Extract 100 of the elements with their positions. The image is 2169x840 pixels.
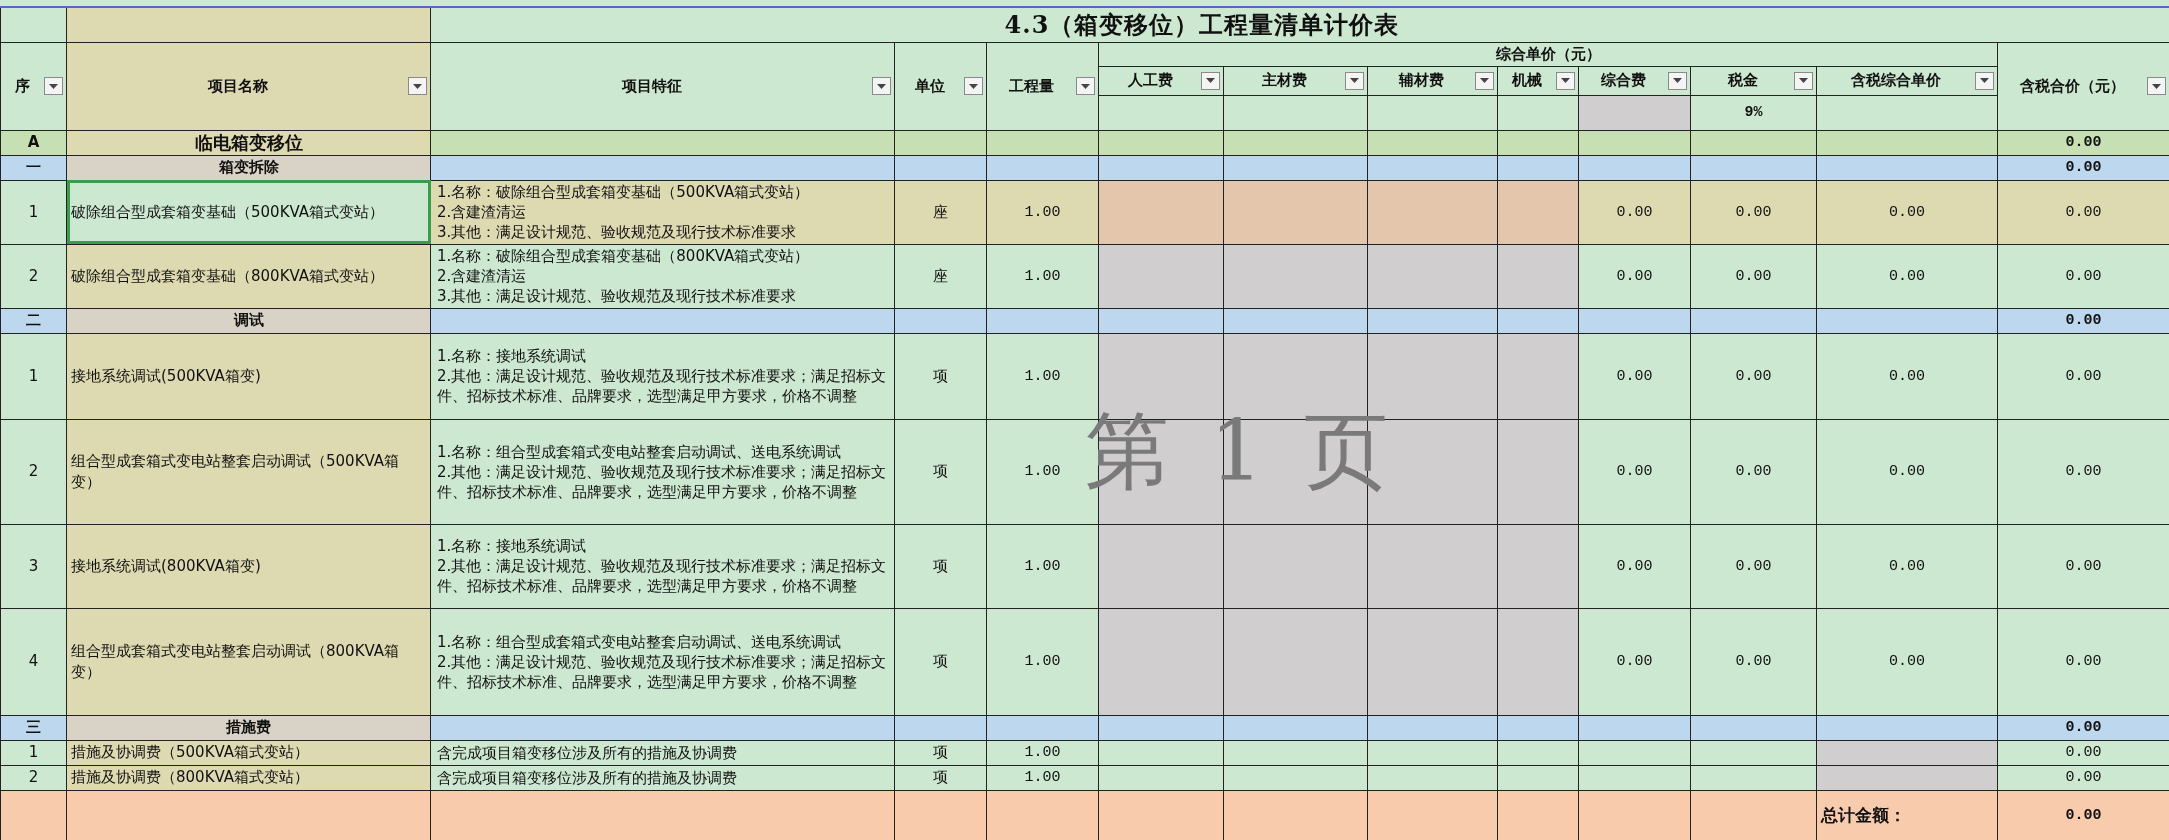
table-cell: 项 bbox=[894, 765, 987, 790]
table-cell: 1 bbox=[0, 180, 67, 244]
table-cell: 1.00 bbox=[986, 608, 1099, 715]
table-cell: 组合型成套箱式变电站整套启动调试（800KVA箱变） bbox=[66, 608, 431, 715]
table-cell: 0.00 bbox=[1816, 333, 1998, 419]
table-cell: 二 bbox=[0, 308, 67, 333]
table-cell: 0.00 bbox=[1997, 155, 2169, 180]
table-cell: 0.00 bbox=[1997, 765, 2169, 790]
filter-button[interactable] bbox=[1345, 71, 1364, 90]
filter-button[interactable] bbox=[1668, 71, 1687, 90]
table-cell: 4 bbox=[0, 608, 67, 715]
table-cell: 破除组合型成套箱变基础（500KVA箱式变站） bbox=[66, 180, 431, 244]
table-cell: 措施及协调费（500KVA箱式变站） bbox=[66, 740, 431, 765]
table-cell: 1.00 bbox=[986, 740, 1099, 765]
column-label: 综合费 bbox=[1601, 71, 1646, 89]
table-cell: 0.00 bbox=[1997, 130, 2169, 155]
caret-icon bbox=[413, 83, 422, 89]
table-cell: 2 bbox=[0, 244, 67, 308]
group-label: 综合单价（元） bbox=[1495, 44, 1601, 63]
table-cell: 1.名称：组合型成套箱式变电站整套启动调试、送电系统调试 2.其他：满足设计规范、验收规范及现行技术标准要求；满足招标文件、招标技术标准、品牌要求，选型满足甲方要求，价格不调整 bbox=[430, 419, 895, 524]
caret-icon bbox=[49, 83, 58, 89]
filter-button[interactable] bbox=[2147, 77, 2166, 95]
table-cell: 含完成项目箱变移位涉及所有的措施及协调费 bbox=[430, 765, 895, 790]
table-cell: 破除组合型成套箱变基础（800KVA箱式变站） bbox=[66, 244, 431, 308]
table-cell: 0.00 bbox=[1997, 524, 2169, 608]
table-cell: 座 bbox=[894, 244, 987, 308]
table-cell: 0.00 bbox=[1578, 244, 1691, 308]
filter-button[interactable] bbox=[1475, 71, 1494, 90]
table-cell: 总计金额： bbox=[1816, 790, 1998, 840]
column-label: 含税综合单价 bbox=[1851, 71, 1941, 89]
table-cell: 0.00 bbox=[1816, 608, 1998, 715]
table-cell: 0.00 bbox=[1997, 608, 2169, 715]
table-cell: A bbox=[0, 130, 67, 155]
table-cell: 组合型成套箱式变电站整套启动调试（500KVA箱变） bbox=[66, 419, 431, 524]
table-cell: 1.00 bbox=[986, 524, 1099, 608]
table-cell: 1.00 bbox=[986, 765, 1099, 790]
caret-icon bbox=[1350, 78, 1359, 83]
table-cell: 0.00 bbox=[1997, 715, 2169, 740]
table-cell: 措施及协调费（800KVA箱式变站） bbox=[66, 765, 431, 790]
table-cell: 0.00 bbox=[1690, 244, 1817, 308]
caret-icon bbox=[1081, 83, 1090, 89]
column-label: 项目特征 bbox=[621, 76, 682, 95]
filter-button[interactable] bbox=[1794, 71, 1813, 90]
table-cell: 0.00 bbox=[1997, 790, 2169, 840]
table-cell: 2 bbox=[0, 765, 67, 790]
filter-button[interactable] bbox=[408, 77, 427, 95]
table-cell: 0.00 bbox=[1578, 524, 1691, 608]
table-cell: 含完成项目箱变移位涉及所有的措施及协调费 bbox=[430, 740, 895, 765]
table-cell: 项 bbox=[894, 333, 987, 419]
table-cell: 1.名称：组合型成套箱式变电站整套启动调试、送电系统调试 2.其他：满足设计规范、验收规范及现行技术标准要求；满足招标文件、招标技术标准、品牌要求，选型满足甲方要求，价格不调整 bbox=[430, 608, 895, 715]
table-cell: 接地系统调试(500KVA箱变) bbox=[66, 333, 431, 419]
table-cell: 1.00 bbox=[986, 244, 1099, 308]
caret-icon bbox=[1480, 78, 1489, 83]
table-cell: 9% bbox=[1690, 95, 1817, 130]
table-cell bbox=[0, 790, 67, 840]
column-label: 机械 bbox=[1512, 71, 1542, 89]
filter-button[interactable] bbox=[44, 77, 63, 95]
table-cell: 0.00 bbox=[1578, 419, 1691, 524]
table-cell: 接地系统调试(800KVA箱变) bbox=[66, 524, 431, 608]
column-label: 含税合价（元） bbox=[2020, 76, 2125, 95]
caret-icon bbox=[1561, 78, 1570, 83]
table-cell: 0.00 bbox=[1997, 333, 2169, 419]
caret-icon bbox=[1799, 78, 1808, 83]
caret-icon bbox=[877, 83, 886, 89]
table-cell: 1.名称：接地系统调试 2.其他：满足设计规范、验收规范及现行技术标准要求；满足招标文件、招标技术标准、品牌要求，选型满足甲方要求，价格不调整 bbox=[430, 333, 895, 419]
table-cell: 2 bbox=[0, 419, 67, 524]
filter-button[interactable] bbox=[872, 77, 891, 95]
table-cell: 0.00 bbox=[1690, 419, 1817, 524]
table-cell: 1.00 bbox=[986, 333, 1099, 419]
table-cell: 箱变拆除 bbox=[66, 155, 431, 180]
table-cell: 措施费 bbox=[66, 715, 431, 740]
filter-button[interactable] bbox=[1556, 71, 1575, 90]
table-cell: 1 bbox=[0, 333, 67, 419]
table-cell: 0.00 bbox=[1578, 180, 1691, 244]
table-cell: 临电箱变移位 bbox=[66, 130, 431, 155]
table-cell: 0.00 bbox=[1690, 608, 1817, 715]
table-cell: 项 bbox=[894, 524, 987, 608]
table-cell: 1.名称：破除组合型成套箱变基础（500KVA箱式变站） 2.含建渣清运 3.其他：满足设计规范、验收规范及现行技术标准要求 bbox=[430, 180, 895, 244]
table-cell: 1.名称：破除组合型成套箱变基础（800KVA箱式变站） 2.含建渣清运 3.其他：满足设计规范、验收规范及现行技术标准要求 bbox=[430, 244, 895, 308]
table-cell: 项 bbox=[894, 608, 987, 715]
table-cell: 0.00 bbox=[1816, 244, 1998, 308]
column-label: 主材费 bbox=[1262, 71, 1307, 89]
table-cell: 0.00 bbox=[1997, 180, 2169, 244]
table-cell: 1.00 bbox=[986, 180, 1099, 244]
filter-button[interactable] bbox=[1201, 71, 1220, 90]
filter-button[interactable] bbox=[1076, 77, 1095, 95]
table-cell: 项 bbox=[894, 419, 987, 524]
table-cell: 3 bbox=[0, 524, 67, 608]
table-cell: 0.00 bbox=[1997, 244, 2169, 308]
table-cell: 三 bbox=[0, 715, 67, 740]
filter-button[interactable] bbox=[964, 77, 983, 95]
table-cell: 0.00 bbox=[1690, 524, 1817, 608]
column-label: 序 bbox=[15, 76, 30, 95]
filter-button[interactable] bbox=[1975, 71, 1994, 90]
table-cell: 0.00 bbox=[1816, 419, 1998, 524]
table-cell: 座 bbox=[894, 180, 987, 244]
table-cell: 0.00 bbox=[1578, 608, 1691, 715]
caret-icon bbox=[1980, 78, 1989, 83]
table-cell: 1.名称：接地系统调试 2.其他：满足设计规范、验收规范及现行技术标准要求；满足招标文件、招标技术标准、品牌要求，选型满足甲方要求，价格不调整 bbox=[430, 524, 895, 608]
caret-icon bbox=[1673, 78, 1682, 83]
